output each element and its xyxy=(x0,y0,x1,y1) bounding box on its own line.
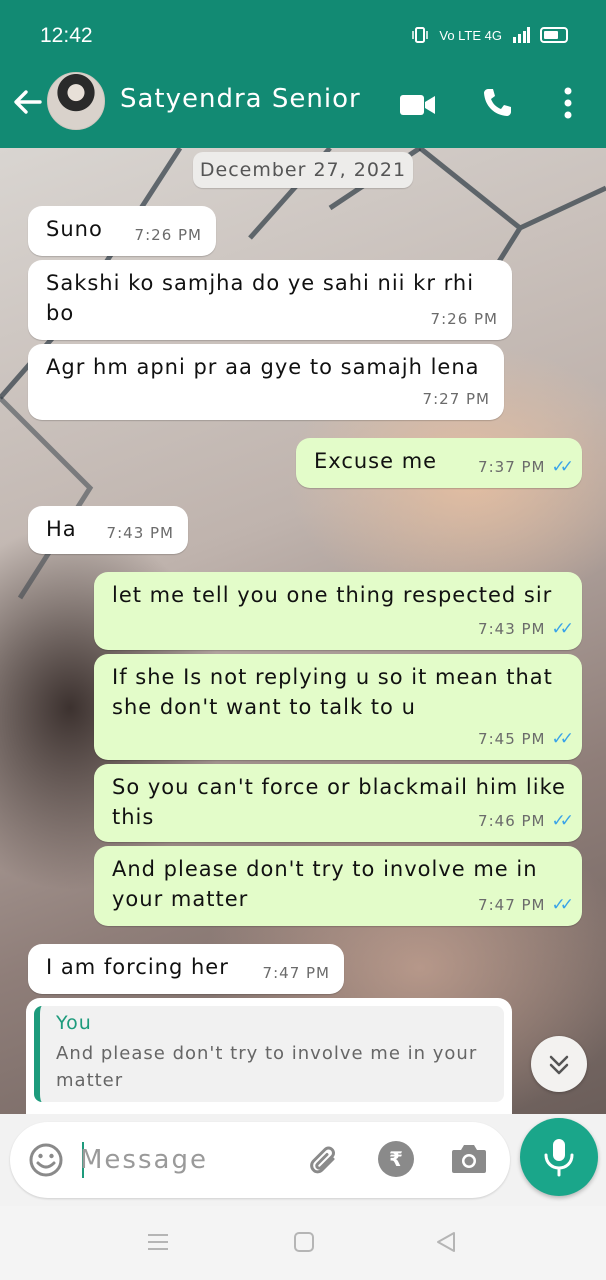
message-text: If she Is not replying u so it mean that… xyxy=(112,665,553,719)
avatar[interactable] xyxy=(47,72,105,130)
message-text: let me tell you one thing respected sir xyxy=(112,583,553,607)
message-incoming[interactable]: Ha 7:43 PM xyxy=(28,506,188,554)
message-outgoing[interactable]: let me tell you one thing respected sir … xyxy=(94,572,582,650)
message-text: Sakshi ko samjha do ye sahi nii kr rhi b… xyxy=(46,271,475,325)
message-time: 7:47 PM xyxy=(478,896,546,914)
message-input[interactable] xyxy=(80,1140,290,1180)
back-nav-icon[interactable] xyxy=(434,1230,458,1254)
message-meta: 7:27 PM xyxy=(423,384,490,414)
message-composer: ₹ xyxy=(10,1122,510,1198)
message-meta: 7:26 PM xyxy=(431,304,498,334)
video-call-icon[interactable] xyxy=(398,92,438,118)
mic-icon xyxy=(544,1139,574,1177)
message-outgoing[interactable]: So you can't force or blackmail him like… xyxy=(94,764,582,842)
contact-name[interactable]: Satyendra Senior xyxy=(120,84,361,114)
read-ticks-icon: ✓✓ xyxy=(551,895,574,915)
signal-icon xyxy=(513,27,530,43)
message-meta: 7:43 PM xyxy=(107,518,174,548)
recent-apps-icon[interactable] xyxy=(146,1230,170,1254)
status-bar: 12:42 Vo LTE 4G xyxy=(0,0,606,70)
message-meta: 7:47 PM ✓✓ xyxy=(478,890,574,920)
message-time: 7:26 PM xyxy=(430,310,498,328)
message-incoming[interactable]: Sakshi ko samjha do ye sahi nii kr rhi b… xyxy=(28,260,512,340)
mic-button[interactable] xyxy=(520,1118,598,1196)
status-time: 12:42 xyxy=(40,24,93,47)
reply-author: You xyxy=(56,1012,92,1034)
message-incoming[interactable]: Suno 7:26 PM xyxy=(28,206,216,256)
message-outgoing[interactable]: And please don't try to involve me in yo… xyxy=(94,846,582,926)
phone-icon[interactable] xyxy=(480,86,514,120)
camera-icon[interactable] xyxy=(450,1142,488,1176)
message-time: 7:26 PM xyxy=(134,226,202,244)
reply-preview[interactable]: You And please don't try to involve me i… xyxy=(26,998,512,1114)
reply-quote: You And please don't try to involve me i… xyxy=(34,1006,504,1102)
status-icons: Vo LTE 4G xyxy=(411,26,568,44)
more-vert-icon[interactable] xyxy=(562,86,574,120)
message-outgoing[interactable]: Excuse me 7:37 PM ✓✓ xyxy=(296,438,582,488)
chat-area[interactable]: December 27, 2021 Suno 7:26 PM Sakshi ko… xyxy=(0,148,606,1114)
message-time: 7:43 PM xyxy=(106,524,174,542)
message-meta: 7:46 PM ✓✓ xyxy=(478,806,574,836)
message-meta: 7:37 PM ✓✓ xyxy=(478,452,574,482)
message-time: 7:45 PM xyxy=(478,730,546,748)
message-meta: 7:47 PM xyxy=(263,958,330,988)
double-chevron-down-icon xyxy=(549,1055,569,1075)
reply-text: And please don't try to involve me in yo… xyxy=(56,1043,478,1091)
read-ticks-icon: ✓✓ xyxy=(551,729,574,749)
message-incoming[interactable]: I am forcing her 7:47 PM xyxy=(28,944,344,994)
message-time: 7:37 PM xyxy=(478,458,546,476)
message-time: 7:27 PM xyxy=(422,390,490,408)
back-arrow-icon[interactable] xyxy=(10,84,46,120)
scroll-to-bottom-button[interactable] xyxy=(531,1036,587,1092)
date-chip: December 27, 2021 xyxy=(193,152,413,188)
vibrate-icon xyxy=(412,27,429,43)
battery-icon xyxy=(540,27,568,43)
read-ticks-icon: ✓✓ xyxy=(551,619,574,639)
message-meta: 7:26 PM xyxy=(135,220,202,250)
emoji-icon[interactable] xyxy=(28,1142,64,1178)
message-time: 7:43 PM xyxy=(478,620,546,638)
message-text: Agr hm apni pr aa gye to samajh lena xyxy=(46,355,480,379)
rupee-payment-icon[interactable]: ₹ xyxy=(378,1141,414,1177)
system-nav-bar xyxy=(0,1206,606,1280)
message-time: 7:46 PM xyxy=(478,812,546,830)
message-incoming[interactable]: Agr hm apni pr aa gye to samajh lena 7:2… xyxy=(28,344,504,420)
read-ticks-icon: ✓✓ xyxy=(551,811,574,831)
message-meta: 7:43 PM ✓✓ xyxy=(478,614,574,644)
attach-icon[interactable] xyxy=(302,1140,342,1180)
network-type: Vo LTE 4G xyxy=(439,27,502,43)
message-outgoing[interactable]: If she Is not replying u so it mean that… xyxy=(94,654,582,760)
message-time: 7:47 PM xyxy=(262,964,330,982)
message-meta: 7:45 PM ✓✓ xyxy=(478,724,574,754)
chat-header: Satyendra Senior xyxy=(0,70,606,148)
read-ticks-icon: ✓✓ xyxy=(551,457,574,477)
home-icon[interactable] xyxy=(292,1230,316,1254)
